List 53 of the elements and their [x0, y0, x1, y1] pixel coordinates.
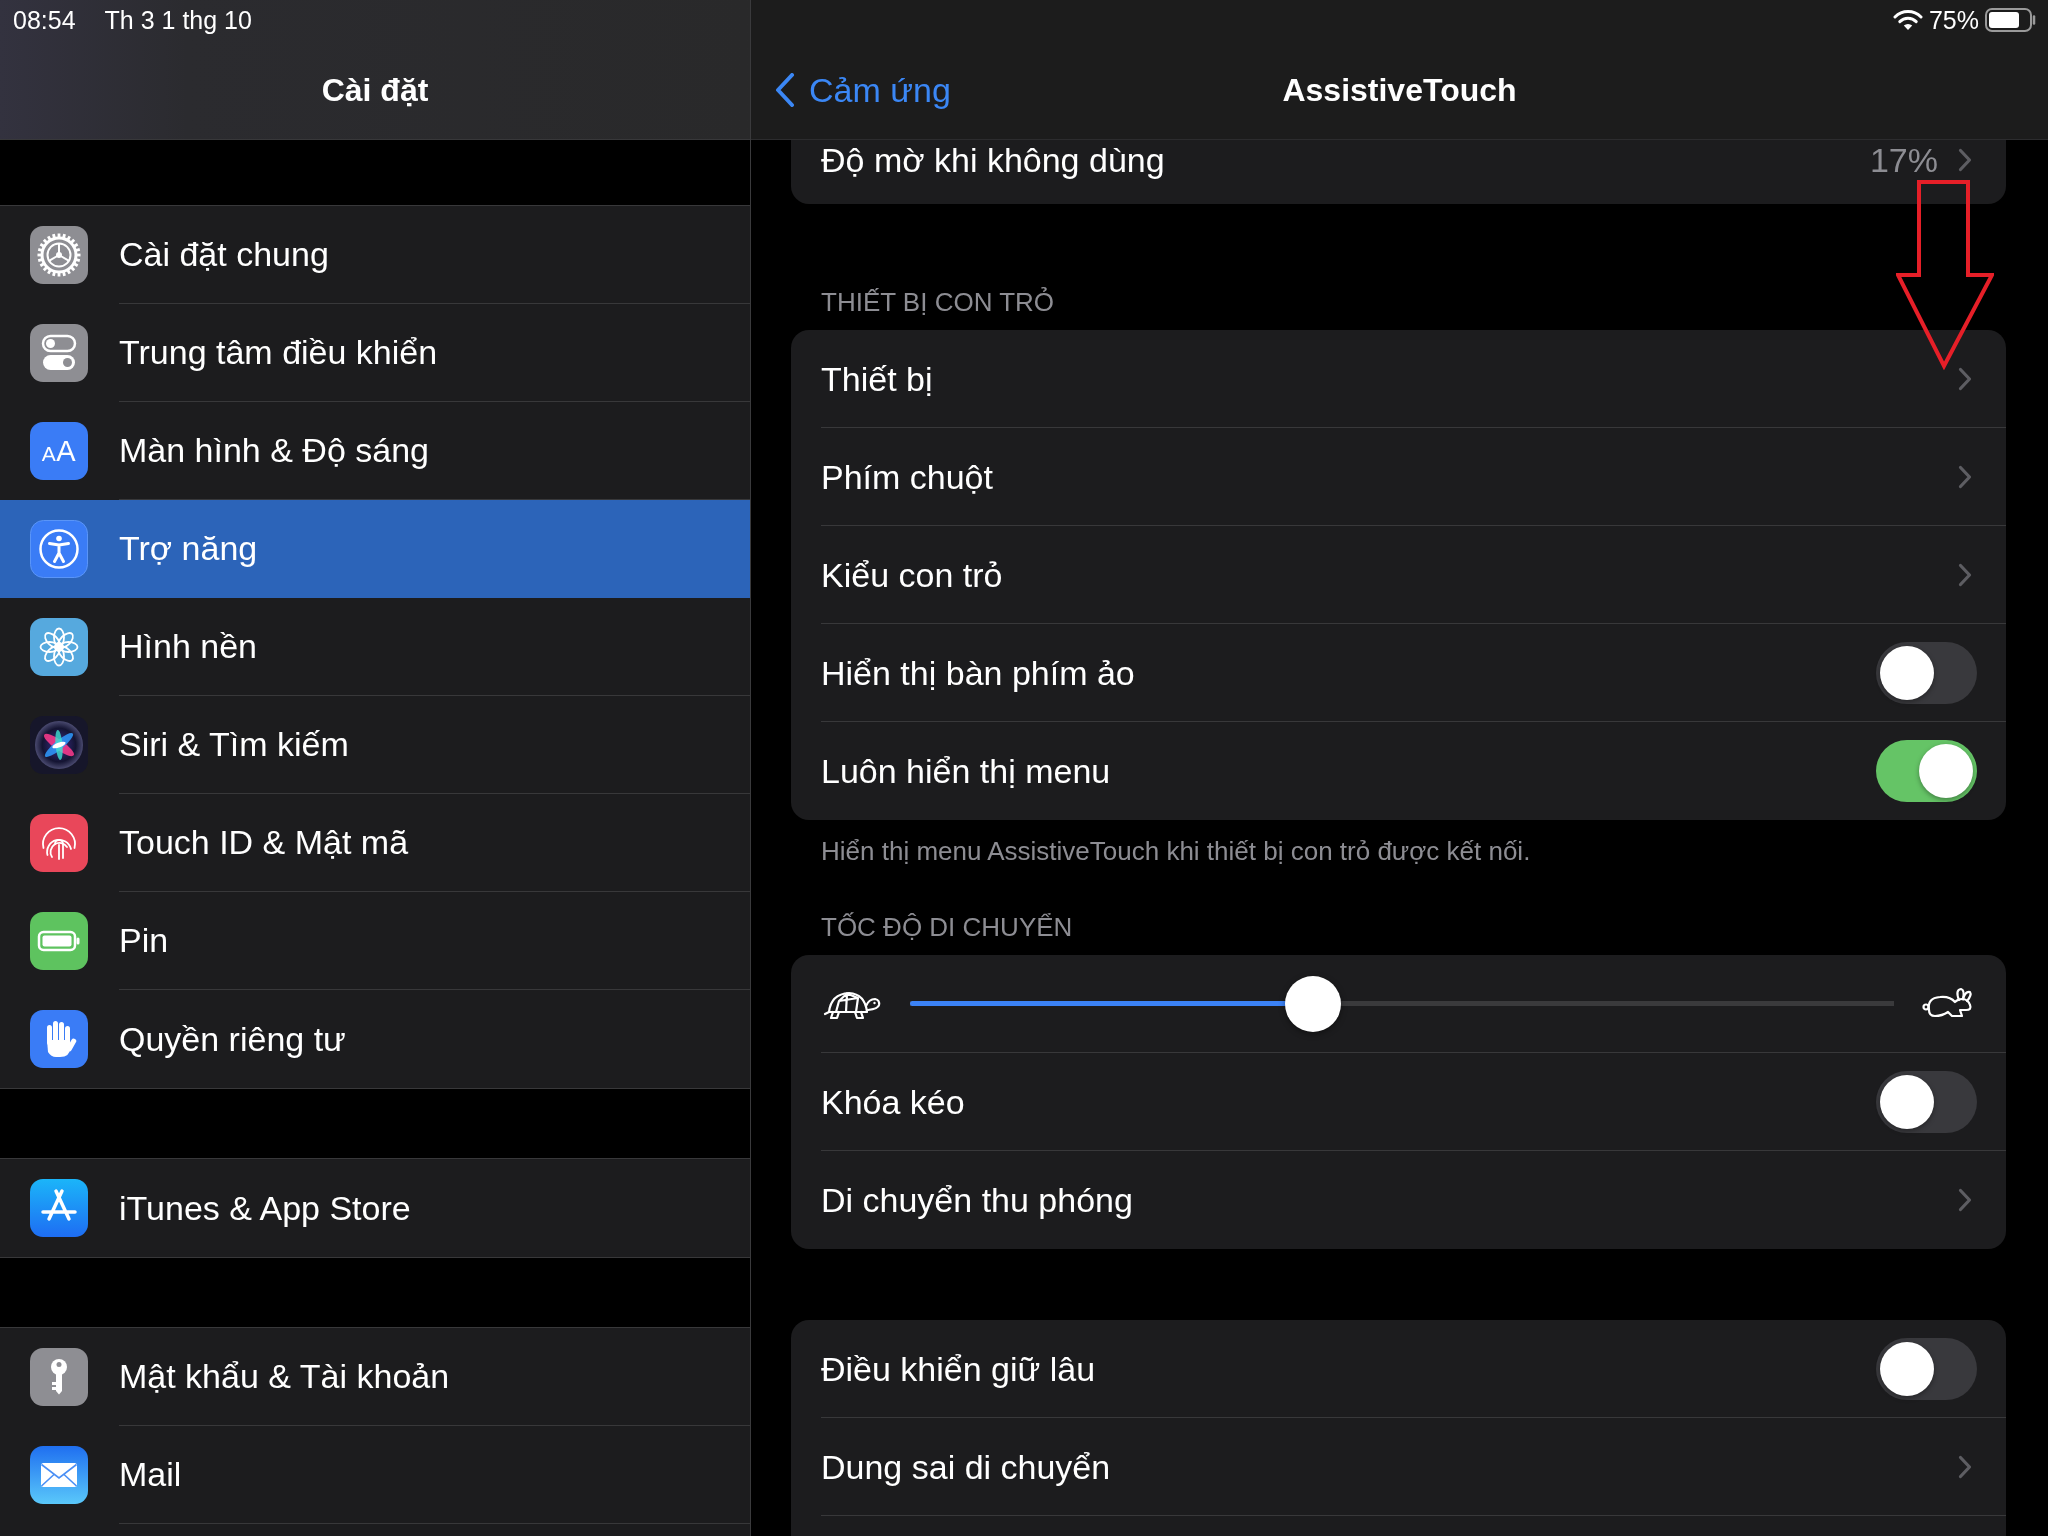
settings-row[interactable]: Phím chuột	[791, 428, 2006, 526]
sidebar-item[interactable]: Siri & Tìm kiếm	[0, 696, 750, 794]
section-footer: Hiển thị menu AssistiveTouch khi thiết bị con trỏ được kết nối.	[791, 835, 2006, 867]
status-time: 08:54	[13, 5, 76, 35]
chevron-right-icon	[1958, 1188, 1972, 1212]
row-label: Luôn hiển thị menu	[821, 751, 1111, 791]
sidebar-item[interactable]: Cài đặt chung	[0, 206, 750, 304]
fingerprint-icon	[30, 814, 88, 872]
sidebar-item[interactable]: iTunes & App Store	[0, 1159, 750, 1257]
settings-row[interactable]: Thiết bị	[791, 330, 2006, 428]
chevron-right-icon	[1958, 464, 1972, 489]
sticks-a-icon	[30, 1179, 88, 1237]
hand-icon	[30, 1010, 88, 1068]
battery-icon	[1985, 8, 2037, 32]
status-date: Th 3 1 thg 10	[104, 5, 252, 35]
accessibility-icon	[30, 520, 88, 578]
gear-icon	[30, 226, 88, 284]
sidebar-item[interactable]: Mail	[0, 1426, 750, 1524]
glowing-orb-icon	[30, 716, 88, 774]
sidebar-item[interactable]: Pin	[0, 892, 750, 990]
settings-row[interactable]: Kiểu con trỏ	[791, 526, 2006, 624]
switches-icon	[30, 324, 88, 382]
settings-row[interactable]: Di chuyển thu phóng	[791, 1151, 2006, 1249]
battery-icon	[30, 912, 88, 970]
key-icon	[30, 1348, 88, 1406]
chevron-right-icon	[1958, 562, 1972, 587]
envelope-icon	[30, 1446, 88, 1504]
sidebar-item[interactable]: Touch ID & Mật mã	[0, 794, 750, 892]
battery-percent: 75%	[1928, 5, 1979, 35]
row-label: Điều khiển giữ lâu	[821, 1348, 1096, 1389]
sidebar-title: Cài đặt	[321, 70, 429, 110]
section-header: TỐC ĐỘ DI CHUYỂN	[820, 911, 1074, 943]
sidebar-item[interactable]: Mật khẩu & Tài khoản	[0, 1328, 750, 1426]
sidebar-item[interactable]: Trung tâm điều khiển	[0, 304, 750, 402]
settings-row[interactable]: Dung sai di chuyển	[791, 1418, 2006, 1516]
settings-row[interactable]: Độ mờ khi không dùng 17%	[791, 140, 2006, 204]
flower-icon	[30, 618, 88, 676]
sidebar-item[interactable]: Trợ năng	[0, 500, 750, 598]
sidebar-item[interactable]: Quyền riêng tư	[0, 990, 750, 1088]
row-label: Khóa kéo	[821, 1081, 965, 1122]
sidebar-item[interactable]: Hình nền	[0, 598, 750, 696]
chevron-right-icon	[1958, 366, 1972, 391]
chevron-right-icon	[1958, 148, 1972, 172]
chevron-right-icon	[1958, 1454, 1972, 1479]
row-label: Hiển thị bàn phím ảo	[821, 652, 1135, 693]
chevron-left-icon	[775, 72, 795, 107]
page-title: AssistiveTouch	[1282, 70, 1517, 110]
wifi-icon	[1892, 9, 1923, 31]
section-header: THIẾT BỊ CON TRỎ	[820, 286, 1056, 318]
down-arrow-icon	[1896, 180, 1994, 370]
back-button[interactable]: Cảm ứng	[775, 69, 951, 110]
text-size-icon: AA	[30, 422, 88, 480]
row-value: 17%	[1869, 140, 1938, 180]
